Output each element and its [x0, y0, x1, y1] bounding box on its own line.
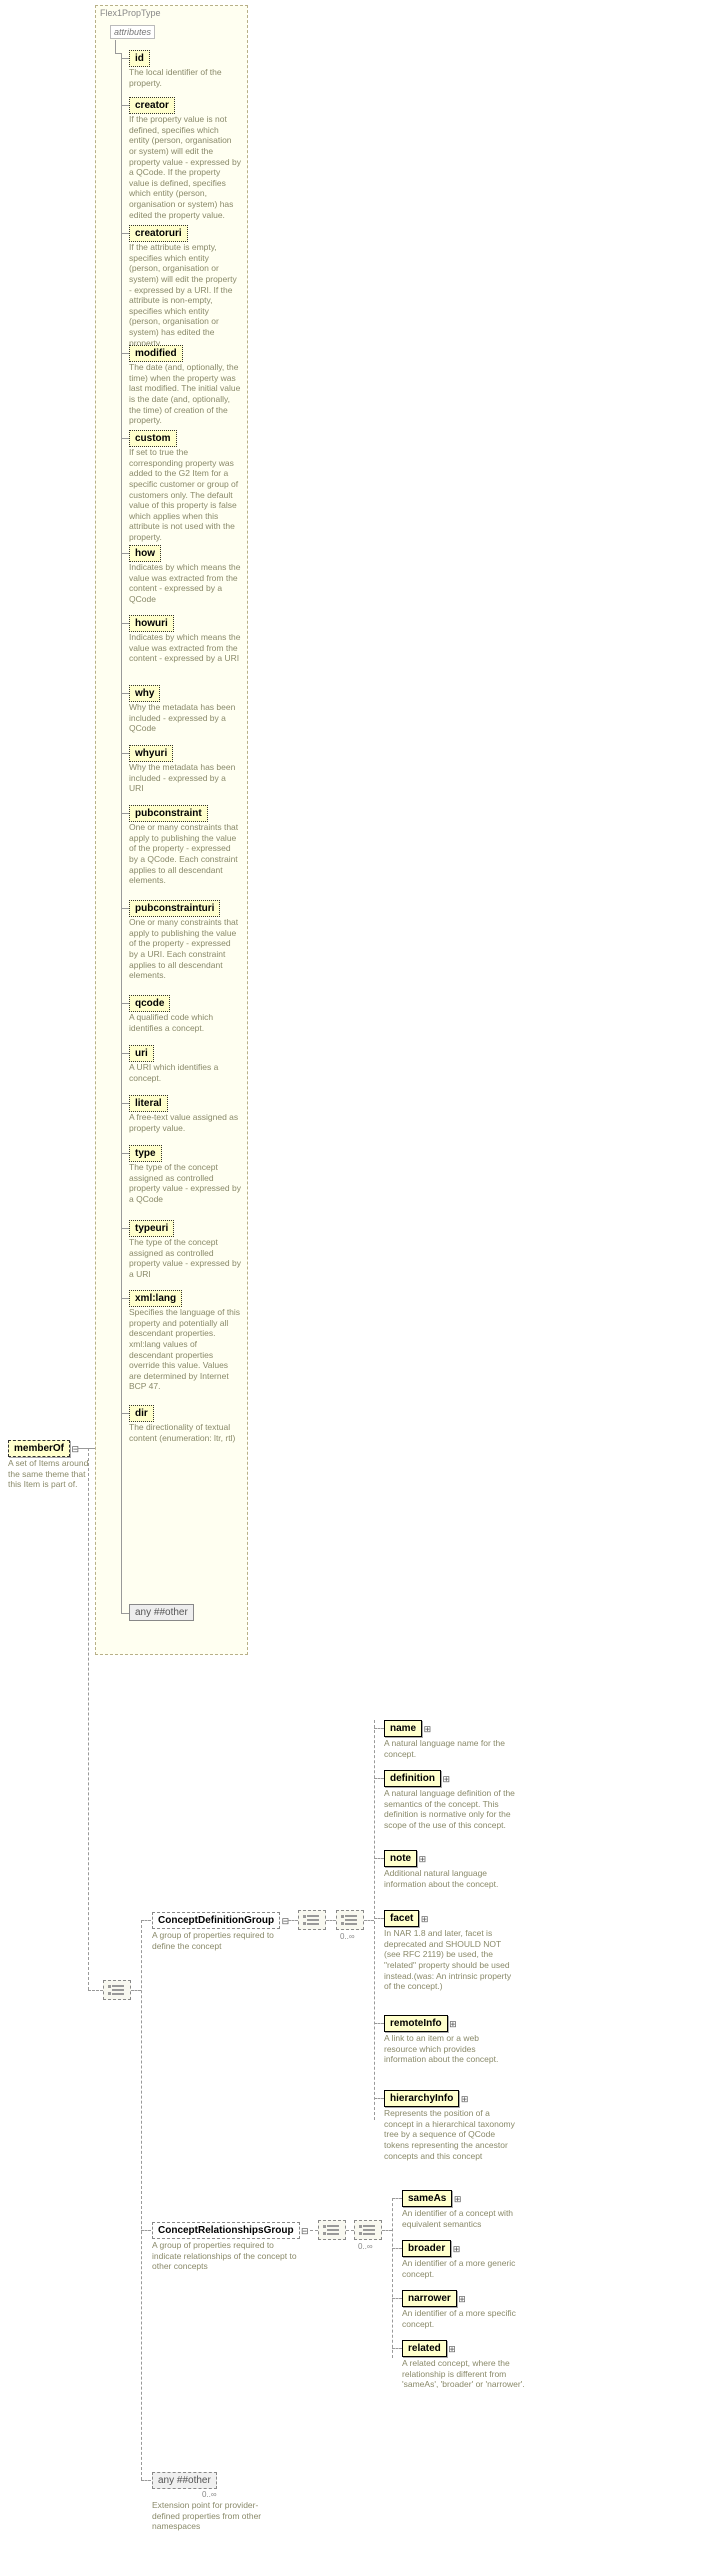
attr-pubconstraint: pubconstraint [129, 805, 208, 822]
attr-pubconstrainturi-desc: One or many constraints that apply to pu… [129, 917, 241, 981]
any-other-extension: any ##other [152, 2472, 217, 2489]
attr-why: why [129, 685, 160, 702]
defn-sequence-compositor [336, 1910, 364, 1930]
concept-definition-group[interactable]: ConceptDefinitionGroup [152, 1912, 280, 1929]
elem-remoteinfo[interactable]: remoteInfo [384, 2015, 448, 2032]
concept-relationships-group-desc: A group of properties required to indica… [152, 2240, 302, 2272]
rel-sequence-compositor [354, 2220, 382, 2240]
attr-dir: dir [129, 1405, 154, 1422]
elem-note[interactable]: note [384, 1850, 417, 1867]
elem-narrower-desc: An identifier of a more specific concept… [402, 2308, 532, 2329]
any-other-attributes: any ##other [129, 1604, 194, 1621]
attr-creator: creator [129, 97, 175, 114]
elem-facet[interactable]: facet [384, 1910, 419, 1927]
elem-remoteinfo-desc: A link to an item or a web resource whic… [384, 2033, 514, 2065]
attr-dir-desc: The directionality of textual content (e… [129, 1422, 241, 1443]
elem-sameas-desc: An identifier of a concept with equivale… [402, 2208, 532, 2229]
attr-whyuri: whyuri [129, 745, 173, 762]
attr-creator-desc: If the property value is not defined, sp… [129, 114, 241, 220]
attr-why-desc: Why the metadata has been included - exp… [129, 702, 241, 734]
elem-hierarchyinfo-desc: Represents the position of a concept in … [384, 2108, 519, 2161]
defn-cardinality: 0..∞ [340, 1932, 355, 1941]
attr-creatoruri-desc: If the attribute is empty, specifies whi… [129, 242, 241, 348]
elem-related[interactable]: related [402, 2340, 447, 2357]
concept-relationships-group[interactable]: ConceptRelationshipsGroup [152, 2222, 300, 2239]
attr-type-desc: The type of the concept assigned as cont… [129, 1162, 241, 1205]
attributes-box: attributes [110, 25, 155, 39]
attr-custom: custom [129, 430, 177, 447]
sequence-compositor [103, 1980, 131, 2000]
attr-xmllang-desc: Specifies the language of this property … [129, 1307, 241, 1392]
attr-howuri: howuri [129, 615, 174, 632]
attr-type: type [129, 1145, 162, 1162]
attr-qcode: qcode [129, 995, 170, 1012]
elem-broader[interactable]: broader [402, 2240, 451, 2257]
attr-how: how [129, 545, 161, 562]
attr-id-desc: The local identifier of the property. [129, 67, 239, 88]
ext-desc: Extension point for provider-defined pro… [152, 2500, 282, 2532]
elem-broader-desc: An identifier of a more generic concept. [402, 2258, 532, 2279]
concept-definition-group-desc: A group of properties required to define… [152, 1930, 292, 1951]
member-of-desc: A set of Items around the same theme tha… [8, 1458, 93, 1490]
attr-whyuri-desc: Why the metadata has been included - exp… [129, 762, 241, 794]
elem-name[interactable]: name [384, 1720, 422, 1737]
rel-choice-compositor [318, 2220, 346, 2240]
attr-how-desc: Indicates by which means the value was e… [129, 562, 241, 605]
attr-literal-desc: A free-text value assigned as property v… [129, 1112, 241, 1133]
elem-name-desc: A natural language name for the concept. [384, 1738, 514, 1759]
attr-xmllang: xml:lang [129, 1290, 182, 1307]
elem-sameas[interactable]: sameAs [402, 2190, 452, 2207]
attr-uri: uri [129, 1045, 154, 1062]
attr-pubconstraint-desc: One or many constraints that apply to pu… [129, 822, 241, 886]
attr-qcode-desc: A qualified code which identifies a conc… [129, 1012, 241, 1033]
ext-cardinality: 0..∞ [202, 2490, 217, 2499]
elem-note-desc: Additional natural language information … [384, 1868, 514, 1889]
elem-definition-desc: A natural language definition of the sem… [384, 1788, 519, 1831]
member-of-element[interactable]: memberOf [8, 1440, 70, 1457]
attr-creatoruri: creatoruri [129, 225, 188, 242]
defn-choice-compositor [298, 1910, 326, 1930]
diagram-canvas: Flex1PropType attributes memberOf A set … [0, 0, 705, 2567]
attr-modified-desc: The date (and, optionally, the time) whe… [129, 362, 241, 426]
attr-custom-desc: If set to true the corresponding propert… [129, 447, 241, 543]
elem-facet-desc: In NAR 1.8 and later, facet is deprecate… [384, 1928, 519, 1992]
type-label: Flex1PropType [100, 8, 161, 18]
attr-typeuri: typeuri [129, 1220, 174, 1237]
attr-id: id [129, 50, 150, 67]
attr-pubconstrainturi: pubconstrainturi [129, 900, 220, 917]
elem-hierarchyinfo[interactable]: hierarchyInfo [384, 2090, 459, 2107]
rel-cardinality: 0..∞ [358, 2242, 373, 2251]
elem-related-desc: A related concept, where the relationshi… [402, 2358, 537, 2390]
attr-typeuri-desc: The type of the concept assigned as cont… [129, 1237, 241, 1280]
elem-narrower[interactable]: narrower [402, 2290, 457, 2307]
attr-literal: literal [129, 1095, 168, 1112]
attr-modified: modified [129, 345, 183, 362]
attr-uri-desc: A URI which identifies a concept. [129, 1062, 241, 1083]
elem-definition[interactable]: definition [384, 1770, 441, 1787]
attr-howuri-desc: Indicates by which means the value was e… [129, 632, 241, 664]
